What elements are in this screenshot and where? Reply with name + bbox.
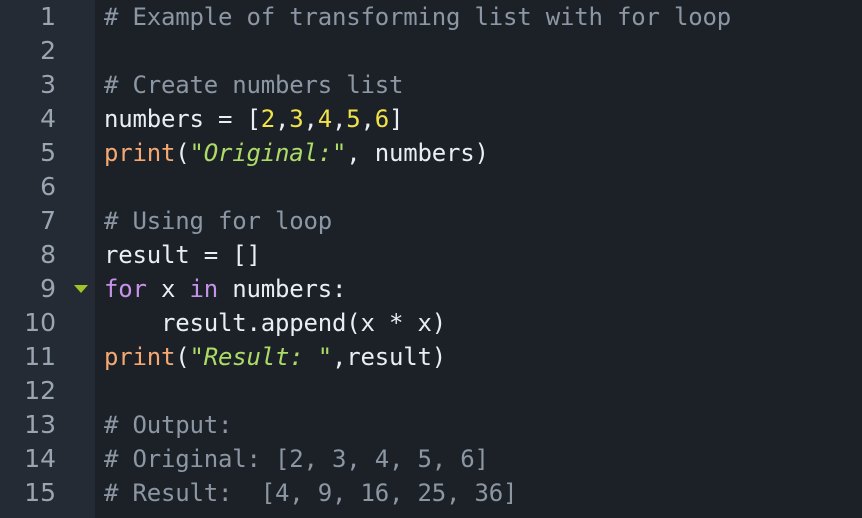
code-content-area[interactable]: # Example of transforming list with for … bbox=[95, 0, 862, 518]
code-line[interactable] bbox=[104, 34, 862, 68]
line-number: 13 bbox=[24, 410, 56, 439]
code-line[interactable]: # Result: [4, 9, 16, 25, 36] bbox=[104, 476, 862, 510]
gutter-line[interactable]: 7 bbox=[0, 204, 95, 238]
gutter-line[interactable]: 12 bbox=[0, 374, 95, 408]
code-token-punct: , bbox=[360, 105, 375, 133]
line-number: 14 bbox=[24, 444, 56, 473]
code-line[interactable]: print("Result: ",result) bbox=[104, 340, 862, 374]
gutter-line[interactable]: 10 bbox=[0, 306, 95, 340]
line-number: 1 bbox=[40, 2, 56, 31]
code-token-plain: result = [] bbox=[104, 241, 261, 269]
chevron-down-icon[interactable] bbox=[70, 272, 92, 306]
code-token-fn: print bbox=[104, 343, 176, 371]
code-token-num: 5 bbox=[346, 105, 361, 133]
gutter-line[interactable]: 9 bbox=[0, 272, 95, 306]
line-number: 9 bbox=[40, 274, 56, 303]
code-token-plain: numbers: bbox=[218, 275, 347, 303]
line-number: 15 bbox=[24, 478, 56, 507]
code-line[interactable]: # Example of transforming list with for … bbox=[104, 0, 862, 34]
gutter-line[interactable]: 4 bbox=[0, 102, 95, 136]
code-token-plain: , numbers) bbox=[346, 139, 489, 167]
code-token-kw: in bbox=[189, 275, 219, 303]
line-number: 10 bbox=[24, 308, 56, 337]
code-token-comment: # Example of transforming list with for … bbox=[104, 3, 731, 31]
code-line[interactable]: print("Original:", numbers) bbox=[104, 136, 862, 170]
code-token-plain: ] bbox=[389, 105, 404, 133]
code-line[interactable]: # Original: [2, 3, 4, 5, 6] bbox=[104, 442, 862, 476]
code-editor[interactable]: 1 2 3 4 5 6 7 8 9 10 11 12 13 14 15 # Example of trans… bbox=[0, 0, 862, 518]
code-token-str: "Original:" bbox=[189, 139, 347, 167]
line-number: 4 bbox=[40, 104, 56, 133]
line-number: 2 bbox=[40, 36, 56, 65]
gutter-line[interactable]: 15 bbox=[0, 476, 95, 510]
line-number: 6 bbox=[40, 172, 56, 201]
code-token-punct: , bbox=[275, 105, 290, 133]
gutter-line[interactable]: 13 bbox=[0, 408, 95, 442]
code-token-plain: ( bbox=[175, 139, 190, 167]
line-number: 7 bbox=[40, 206, 56, 235]
code-line[interactable] bbox=[104, 170, 862, 204]
gutter-line[interactable]: 2 bbox=[0, 34, 95, 68]
code-token-comment: # Using for loop bbox=[104, 207, 332, 235]
line-number: 3 bbox=[40, 70, 56, 99]
gutter-line[interactable]: 6 bbox=[0, 170, 95, 204]
code-line[interactable]: result = [] bbox=[104, 238, 862, 272]
code-token-plain: result.append(x * x) bbox=[104, 309, 446, 337]
code-line[interactable]: result.append(x * x) bbox=[104, 306, 862, 340]
gutter-line[interactable]: 8 bbox=[0, 238, 95, 272]
code-token-plain: x bbox=[146, 275, 190, 303]
code-line[interactable] bbox=[104, 374, 862, 408]
code-token-comment: # Create numbers list bbox=[104, 71, 404, 99]
line-number: 5 bbox=[40, 138, 56, 167]
gutter-line[interactable]: 5 bbox=[0, 136, 95, 170]
code-token-comment: # Original: [2, 3, 4, 5, 6] bbox=[104, 445, 489, 473]
gutter-line[interactable]: 11 bbox=[0, 340, 95, 374]
code-token-num: 3 bbox=[289, 105, 304, 133]
code-token-plain: numbers = [ bbox=[104, 105, 261, 133]
code-token-punct: , bbox=[332, 105, 347, 133]
code-line[interactable]: # Using for loop bbox=[104, 204, 862, 238]
code-token-plain: ,result) bbox=[332, 343, 446, 371]
code-token-num: 2 bbox=[260, 105, 275, 133]
line-number: 11 bbox=[24, 342, 56, 371]
gutter-line[interactable]: 1 bbox=[0, 0, 95, 34]
code-token-num: 6 bbox=[374, 105, 389, 133]
fold-triangle bbox=[74, 285, 88, 293]
gutter-line[interactable]: 14 bbox=[0, 442, 95, 476]
line-number: 8 bbox=[40, 240, 56, 269]
code-token-comment: # Output: bbox=[104, 411, 233, 439]
code-line[interactable]: # Create numbers list bbox=[104, 68, 862, 102]
line-number-gutter[interactable]: 1 2 3 4 5 6 7 8 9 10 11 12 13 14 15 bbox=[0, 0, 95, 518]
code-token-num: 4 bbox=[317, 105, 332, 133]
code-line[interactable]: for x in numbers: bbox=[104, 272, 862, 306]
code-token-comment: # Result: [4, 9, 16, 25, 36] bbox=[104, 479, 518, 507]
gutter-line[interactable]: 3 bbox=[0, 68, 95, 102]
code-token-kw: for bbox=[104, 275, 147, 303]
code-line[interactable]: # Output: bbox=[104, 408, 862, 442]
code-token-str: "Result: " bbox=[189, 343, 333, 371]
code-token-fn: print bbox=[104, 139, 176, 167]
code-token-punct: , bbox=[303, 105, 318, 133]
code-token-plain: ( bbox=[175, 343, 190, 371]
line-number: 12 bbox=[24, 376, 56, 405]
code-line[interactable]: numbers = [2,3,4,5,6] bbox=[104, 102, 862, 136]
